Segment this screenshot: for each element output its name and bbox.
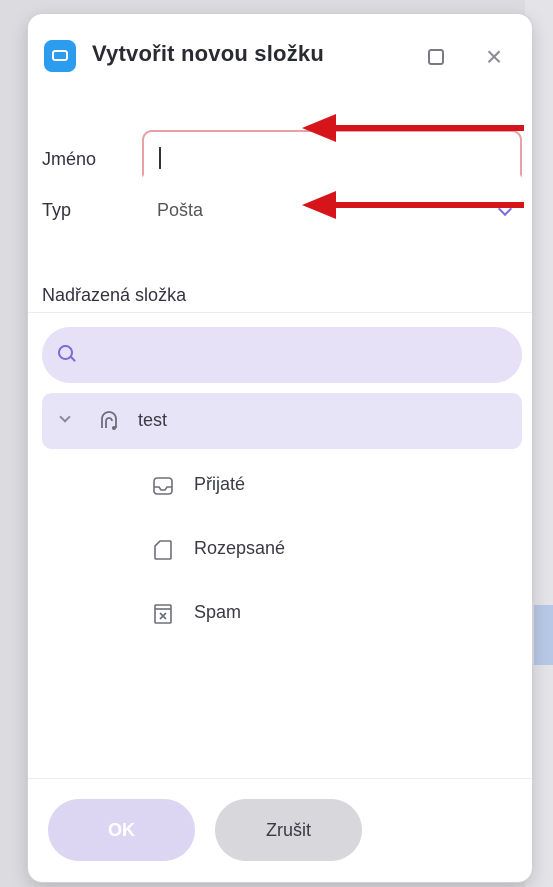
tree-item-inbox[interactable]: Přijaté xyxy=(42,457,522,513)
tree-item-account-test[interactable]: test xyxy=(42,393,522,449)
folder-app-icon xyxy=(44,40,76,72)
dialog-header: Vytvořit novou složku × xyxy=(28,14,532,96)
annotation-arrow-name xyxy=(302,114,524,142)
tree-item-label: Přijaté xyxy=(194,474,246,494)
type-label: Typ xyxy=(42,200,72,220)
tree-item-label: Rozepsané xyxy=(194,538,286,558)
dialog-title: Vytvořit novou složku xyxy=(92,41,324,66)
expand-chevron-icon[interactable] xyxy=(59,411,71,423)
type-select-value: Pošta xyxy=(157,200,204,220)
tree-item-spam[interactable]: Spam xyxy=(42,585,522,641)
search-icon xyxy=(58,345,73,360)
account-icon xyxy=(101,411,117,430)
maximize-icon xyxy=(428,49,444,65)
parent-folder-label: Nadřazená složka xyxy=(42,285,187,305)
spam-icon xyxy=(154,604,172,624)
tree-item-label: Spam xyxy=(194,602,242,622)
tree-item-drafts[interactable]: Rozepsané xyxy=(42,521,522,577)
cancel-button[interactable]: Zrušit xyxy=(215,799,362,861)
maximize-button[interactable] xyxy=(423,44,449,70)
dialog-footer: OK Zrušit xyxy=(28,778,532,882)
divider xyxy=(28,312,532,313)
drafts-icon xyxy=(154,540,172,560)
tree-item-label: test xyxy=(138,410,168,430)
name-label: Jméno xyxy=(42,149,97,169)
ok-button[interactable]: OK xyxy=(48,799,195,861)
inbox-icon xyxy=(153,477,173,495)
close-icon: × xyxy=(485,41,503,72)
close-button[interactable]: × xyxy=(479,42,509,72)
background-highlight xyxy=(534,605,553,665)
text-caret xyxy=(159,147,161,169)
annotation-arrow-type xyxy=(302,191,524,219)
folder-search-input[interactable] xyxy=(42,327,522,383)
